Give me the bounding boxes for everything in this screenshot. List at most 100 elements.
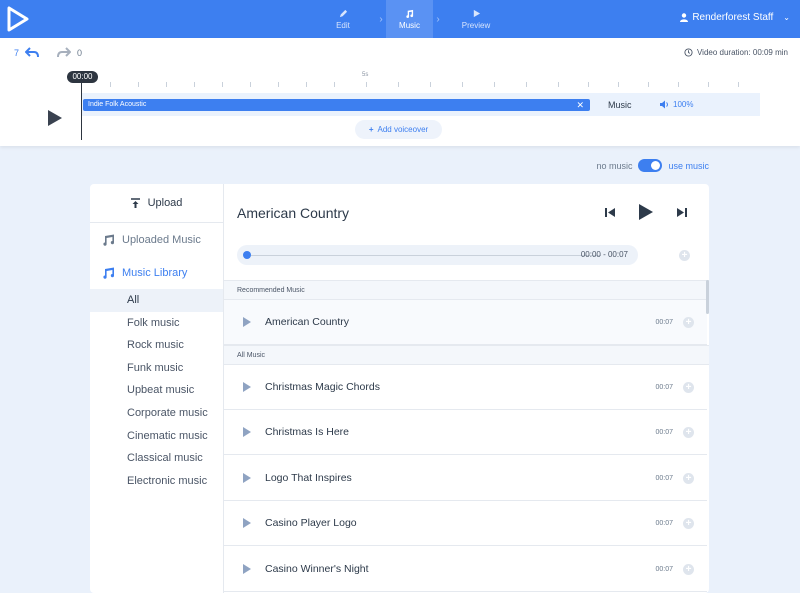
undo-count: 7 <box>14 47 20 58</box>
list-item[interactable]: Casino Player Logo 00:07 + <box>224 501 707 546</box>
ruler-tick <box>138 82 139 87</box>
add-circle-icon[interactable]: + <box>683 472 694 484</box>
category-classical[interactable]: Classical music <box>90 447 223 470</box>
use-music-switch[interactable] <box>638 159 663 172</box>
add-voiceover-label: Add voiceover <box>377 125 429 134</box>
list-scrollbar[interactable] <box>706 280 709 314</box>
sidebar-item-music-library[interactable]: Music Library <box>90 256 223 289</box>
ruler-tick <box>194 82 195 87</box>
track-duration: 00:07 <box>655 383 673 391</box>
ruler-tick <box>110 82 111 87</box>
nav-tab-label: Music <box>399 20 420 30</box>
nav-tab-label: Edit <box>336 20 350 30</box>
ruler-tick <box>494 82 495 87</box>
close-icon[interactable]: ✕ <box>576 99 584 111</box>
volume-control[interactable]: 100% <box>660 100 693 109</box>
play-icon[interactable] <box>243 382 251 392</box>
use-music-label: use music <box>668 160 709 171</box>
list-item[interactable]: Logo That Inspires 00:07 + <box>224 456 707 501</box>
play-icon[interactable] <box>243 564 251 574</box>
category-folk[interactable]: Folk music <box>90 312 223 335</box>
playback-time: 00:00 - 00:07 <box>580 250 628 259</box>
skip-next-icon[interactable] <box>677 208 687 217</box>
add-circle-icon[interactable]: + <box>683 563 694 575</box>
user-name: Renderforest Staff <box>692 12 774 23</box>
ruler-tick <box>678 82 679 87</box>
ruler-tick <box>558 82 559 87</box>
list-item[interactable]: Christmas Magic Chords 00:07 + <box>224 365 707 410</box>
category-corporate[interactable]: Corporate music <box>90 402 223 425</box>
category-all[interactable]: All <box>90 289 223 312</box>
volume-value: 100% <box>673 100 694 109</box>
category-electronic[interactable]: Electronic music <box>90 470 223 493</box>
add-circle-icon[interactable]: + <box>683 316 694 328</box>
add-circle-icon[interactable]: + <box>683 517 694 529</box>
chevron-down-icon: ⌄ <box>783 13 790 22</box>
ruler-tick <box>526 82 527 87</box>
skip-previous-icon[interactable] <box>605 208 615 217</box>
play-icon[interactable] <box>243 427 251 437</box>
main-nav: Edit › Music › Preview <box>310 0 509 38</box>
ruler-tick <box>588 82 589 87</box>
ruler-tick <box>738 82 739 87</box>
music-sidebar: Upload Uploaded Music Music Library All … <box>90 184 224 593</box>
video-duration-text: Video duration: 00:09 min <box>696 48 788 57</box>
redo-count: 0 <box>77 47 83 58</box>
upload-label: Upload <box>147 197 183 209</box>
ruler-tick <box>648 82 649 87</box>
chevron-right-icon: › <box>379 13 383 25</box>
add-circle-icon[interactable]: + <box>679 250 690 261</box>
ruler-tick <box>708 82 709 87</box>
ruler-tick <box>306 82 307 87</box>
add-circle-icon[interactable]: + <box>683 426 694 438</box>
ruler-tick <box>618 82 619 87</box>
track-name: Indie Folk Acoustic <box>88 101 147 108</box>
category-cinematic[interactable]: Cinematic music <box>90 425 223 448</box>
add-voiceover-button[interactable]: + Add voiceover <box>355 120 442 139</box>
list-item[interactable]: American Country 00:07 + <box>224 300 707 345</box>
renderforest-logo-icon[interactable] <box>6 6 30 32</box>
play-icon[interactable] <box>243 473 251 483</box>
timeline-panel: 7 0 Video duration: 00:09 min 5s Indie F… <box>0 38 800 146</box>
track-duration: 00:07 <box>655 428 673 436</box>
play-icon[interactable] <box>48 110 62 126</box>
chevron-right-icon: › <box>436 13 440 25</box>
list-item[interactable]: Christmas Is Here 00:07 + <box>224 410 707 455</box>
current-time-indicator[interactable]: 00:00 <box>67 71 98 83</box>
ruler-tick <box>430 82 431 87</box>
ruler-tick <box>398 82 399 87</box>
ruler-tick <box>334 82 335 87</box>
playback-progress-bar[interactable]: 00:00 - 00:07 <box>237 245 638 265</box>
recommended-heading: Recommended Music <box>224 280 709 300</box>
list-item[interactable]: Casino Winner's Night 00:07 + <box>224 547 707 592</box>
progress-handle[interactable] <box>243 251 251 259</box>
category-upbeat[interactable]: Upbeat music <box>90 379 223 402</box>
music-panel: Upload Uploaded Music Music Library All … <box>90 184 709 593</box>
upload-button[interactable]: Upload <box>90 184 223 223</box>
music-track-clip[interactable]: Indie Folk Acoustic ✕ <box>83 99 590 111</box>
nav-tab-music[interactable]: Music <box>386 0 433 38</box>
nav-tab-edit[interactable]: Edit <box>319 0 367 38</box>
track-duration: 00:07 <box>655 318 673 326</box>
ruler-tick <box>222 82 223 87</box>
nav-tab-preview[interactable]: Preview <box>452 0 500 38</box>
track-title: Casino Winner's Night <box>265 563 369 575</box>
music-library-icon <box>103 267 115 279</box>
undo-icon[interactable] <box>25 47 40 58</box>
add-circle-icon[interactable]: + <box>683 381 694 393</box>
category-rock[interactable]: Rock music <box>90 334 223 357</box>
ruler-tick <box>366 82 367 87</box>
sidebar-item-uploaded-music[interactable]: Uploaded Music <box>90 223 223 256</box>
track-title: Casino Player Logo <box>265 517 357 529</box>
user-menu[interactable]: Renderforest Staff ⌄ <box>680 12 790 23</box>
nav-tab-label: Preview <box>461 20 491 30</box>
ruler-tick <box>250 82 251 87</box>
track-duration: 00:07 <box>655 565 673 573</box>
play-icon[interactable] <box>243 518 251 528</box>
category-funk[interactable]: Funk music <box>90 357 223 380</box>
play-icon[interactable] <box>243 317 251 327</box>
playhead[interactable] <box>81 82 82 140</box>
play-icon[interactable] <box>638 203 654 221</box>
now-playing-title: American Country <box>237 205 350 221</box>
redo-icon[interactable] <box>57 47 72 58</box>
